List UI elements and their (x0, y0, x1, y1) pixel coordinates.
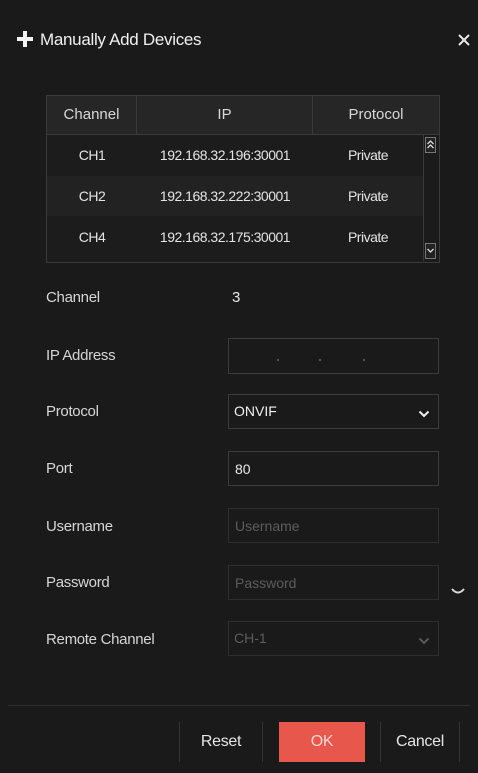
row-channel: CH4 (78, 229, 106, 245)
dialog-title: Manually Add Devices (40, 30, 202, 49)
row-protocol: Private (347, 147, 389, 163)
device-table: Channel IP Protocol CH1 192.168.32.196:3… (46, 95, 440, 263)
chevron-down-icon (418, 406, 430, 424)
close-icon[interactable] (456, 32, 472, 48)
remote-channel-label: Remote Channel (46, 631, 155, 648)
dialog-title-bar: Manually Add Devices (0, 0, 478, 78)
port-input[interactable] (228, 451, 439, 486)
channel-value: 3 (232, 289, 241, 306)
row-ip: 192.168.32.222:30001 (159, 188, 291, 204)
ip-separator (363, 359, 365, 361)
protocol-selected-value: ONVIF (234, 403, 277, 419)
column-header-protocol[interactable]: Protocol (313, 96, 439, 134)
eye-closed-icon[interactable] (451, 583, 465, 601)
row-protocol: Private (347, 229, 389, 245)
row-channel: CH1 (78, 147, 106, 163)
ip-separator (277, 359, 279, 361)
remote-channel-select[interactable]: CH-1 (228, 621, 439, 656)
username-label: Username (46, 518, 113, 535)
channel-label: Channel (46, 289, 100, 306)
table-row[interactable]: CH2 192.168.32.222:30001 Private (47, 176, 423, 216)
table-row[interactable]: CH1 192.168.32.196:30001 Private (47, 135, 423, 175)
ip-address-label: IP Address (46, 347, 116, 364)
row-channel: CH2 (78, 188, 106, 204)
chevron-down-icon (418, 633, 430, 651)
arrow-up-icon[interactable] (425, 137, 436, 153)
cancel-button[interactable]: Cancel (380, 722, 460, 762)
username-input[interactable] (228, 508, 439, 543)
table-header: Channel IP Protocol (47, 96, 439, 135)
protocol-label: Protocol (46, 403, 99, 420)
arrow-down-icon[interactable] (425, 243, 436, 259)
ip-separator (319, 359, 321, 361)
password-input[interactable] (228, 565, 439, 600)
remote-channel-selected-value: CH-1 (234, 630, 267, 646)
password-label: Password (46, 574, 110, 591)
ip-address-input[interactable] (228, 338, 439, 374)
ok-button[interactable]: OK (279, 722, 365, 762)
row-protocol: Private (347, 188, 389, 204)
manually-add-devices-dialog: Manually Add Devices Channel IP Protocol… (0, 0, 478, 773)
column-header-ip[interactable]: IP (137, 96, 313, 134)
footer-divider (8, 705, 470, 706)
protocol-select[interactable]: ONVIF (228, 394, 439, 429)
port-label: Port (46, 460, 73, 477)
reset-button[interactable]: Reset (179, 722, 263, 762)
row-ip: 192.168.32.196:30001 (159, 147, 291, 163)
row-ip: 192.168.32.175:30001 (159, 229, 291, 245)
table-scrollbar[interactable] (423, 135, 438, 261)
column-header-channel[interactable]: Channel (47, 96, 137, 134)
plus-icon (16, 30, 34, 48)
table-row[interactable]: CH4 192.168.32.175:30001 Private (47, 217, 423, 257)
